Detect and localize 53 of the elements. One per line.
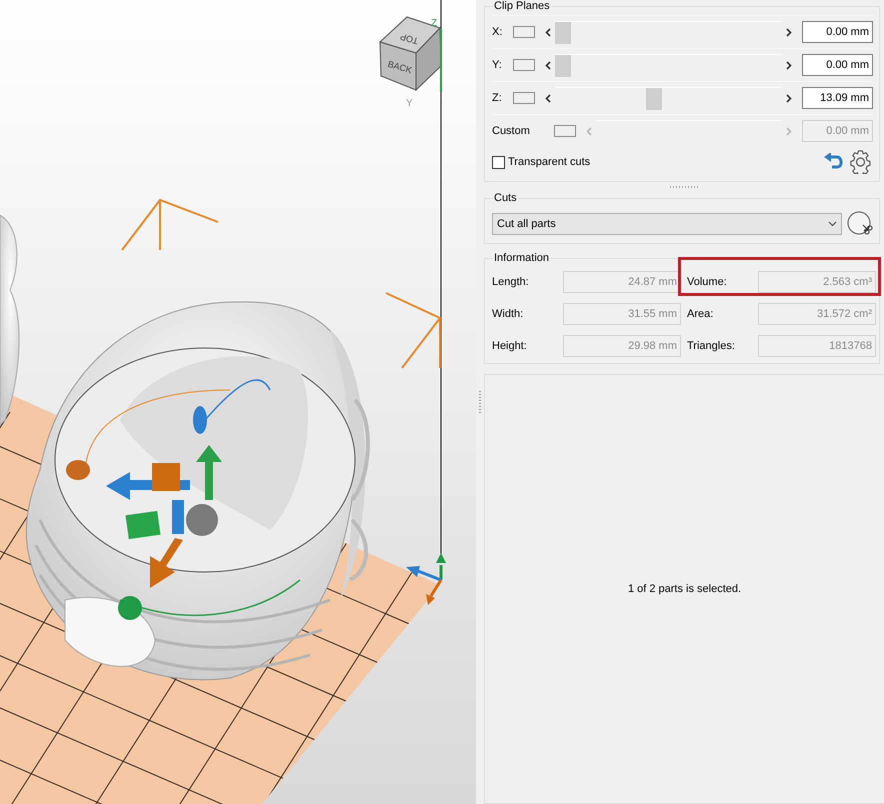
slider-thumb[interactable] [555, 22, 571, 44]
right-arrow-button[interactable] [786, 28, 792, 36]
group-title: Information [493, 252, 550, 264]
right-arrow-button[interactable] [786, 94, 792, 102]
scissors-icon[interactable] [847, 211, 873, 237]
axis-triad [406, 553, 446, 605]
color-swatch[interactable] [554, 125, 576, 137]
info-field: 1813768 [758, 335, 876, 357]
info-field: 31.572 cm² [758, 303, 876, 325]
plane-label: Z: [492, 92, 503, 104]
slider-track[interactable] [555, 21, 782, 43]
info-label: Volume: [687, 276, 728, 288]
plane-label: Custom [492, 125, 531, 137]
plane-label: X: [492, 26, 504, 38]
info-label: Area: [687, 308, 714, 320]
value-field[interactable]: 0.00 mm [802, 54, 873, 76]
right-arrow-button[interactable] [786, 60, 792, 70]
chevron-icon [828, 221, 837, 227]
left-arrow-button[interactable] [545, 28, 551, 36]
cube-face-label: TOP [398, 32, 420, 46]
info-label: Width: [492, 308, 524, 320]
info-label: Length: [492, 276, 530, 288]
left-arrow-button[interactable] [545, 60, 551, 70]
info-label: Height: [492, 340, 528, 352]
value-field[interactable]: 0.00 mm [802, 21, 873, 43]
undo-icon[interactable] [823, 153, 845, 171]
slider-track[interactable] [555, 54, 782, 76]
transform-gizmo[interactable] [66, 379, 300, 620]
value-field[interactable]: 13.09 mm [802, 87, 873, 109]
color-swatch[interactable] [513, 26, 535, 38]
color-swatch[interactable] [513, 59, 535, 71]
cut-mode-dropdown[interactable]: Cut all parts [492, 213, 842, 235]
plane-label: Y: [492, 59, 503, 71]
left-arrow-button[interactable] [545, 94, 551, 102]
color-swatch[interactable] [513, 92, 535, 104]
checkbox[interactable] [492, 156, 505, 168]
slider-thumb[interactable] [646, 88, 662, 110]
group-title: Cuts [493, 192, 518, 204]
status-text: 1 of 2 parts is selected. [628, 583, 742, 595]
info-field: 24.87 mm [563, 271, 681, 293]
info-field: 31.55 mm [563, 303, 681, 325]
info-field: 29.98 mm [563, 335, 681, 357]
slider-thumb[interactable] [555, 55, 571, 77]
axis-label: Y [406, 98, 413, 109]
info-label: Triangles: [687, 340, 736, 352]
cube-face-label: BACK [386, 58, 413, 76]
settings-icon[interactable] [849, 150, 873, 174]
group-title: Clip Planes [493, 0, 551, 12]
checkbox-label[interactable]: Transparent cuts [508, 156, 590, 168]
slider-track[interactable] [555, 87, 782, 109]
info-field: 2.563 cm³ [758, 271, 876, 293]
axis-label: Z [431, 18, 438, 29]
view-cube[interactable] [379, 16, 442, 92]
